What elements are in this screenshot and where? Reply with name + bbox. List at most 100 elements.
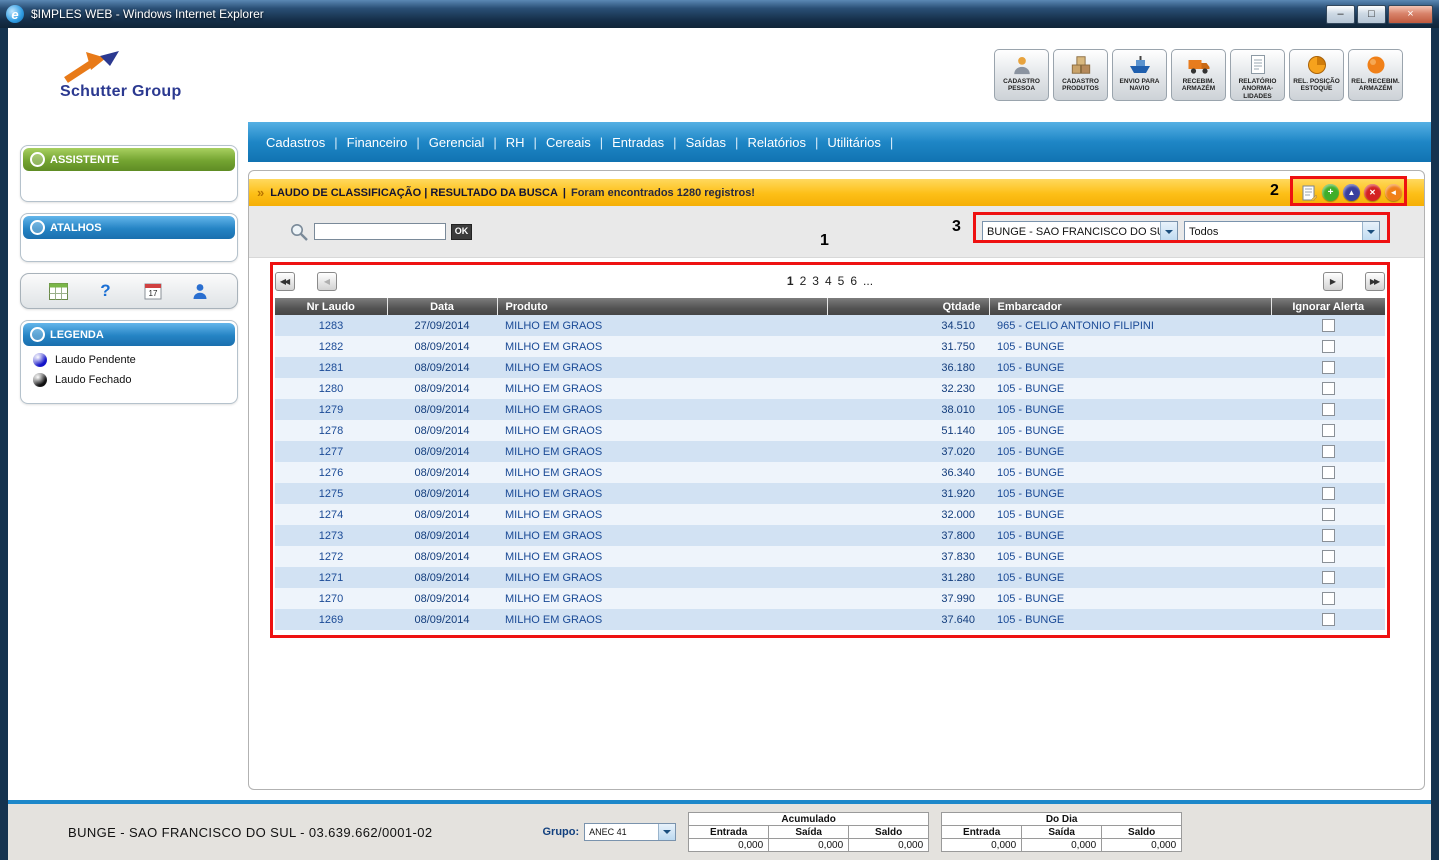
column-header-qtdade[interactable]: Qtdade <box>827 298 989 315</box>
internet-explorer-icon: e <box>6 5 24 23</box>
cell-data: 08/09/2014 <box>387 462 497 483</box>
page-link-2[interactable]: 2 <box>800 274 807 288</box>
cell-data: 27/09/2014 <box>387 315 497 336</box>
page-link-4[interactable]: 4 <box>825 274 832 288</box>
menu-item-sadas[interactable]: Saídas <box>686 135 726 150</box>
ignorar-alerta-checkbox[interactable] <box>1322 487 1335 500</box>
recebimento-armazem-button[interactable]: RECEBIM. ARMAZÉM <box>1171 49 1226 101</box>
cell-nr-laudo[interactable]: 1279 <box>275 399 387 420</box>
user-icon[interactable] <box>189 280 211 302</box>
ignorar-alerta-checkbox[interactable] <box>1322 529 1335 542</box>
column-header-embarcador[interactable]: Embarcador <box>989 298 1271 315</box>
cell-produto: MILHO EM GRAOS <box>497 357 827 378</box>
cell-nr-laudo[interactable]: 1273 <box>275 525 387 546</box>
cell-produto: MILHO EM GRAOS <box>497 525 827 546</box>
embarcador-select-value: BUNGE - SAO FRANCISCO DO SU <box>983 226 1160 238</box>
ignorar-alerta-checkbox[interactable] <box>1322 466 1335 479</box>
cell-ignorar-alerta <box>1271 483 1385 504</box>
edit-document-icon[interactable] <box>1300 184 1318 201</box>
ignorar-alerta-checkbox[interactable] <box>1322 550 1335 563</box>
blue-dot-icon <box>33 353 47 367</box>
menu-item-rh[interactable]: RH <box>506 135 525 150</box>
status-footer: BUNGE - SAO FRANCISCO DO SUL - 03.639.66… <box>8 800 1431 860</box>
menu-item-cadastros[interactable]: Cadastros <box>266 135 325 150</box>
ignorar-alerta-checkbox[interactable] <box>1322 382 1335 395</box>
column-header-ignorar-alerta[interactable]: Ignorar Alerta <box>1271 298 1385 315</box>
cell-nr-laudo[interactable]: 1277 <box>275 441 387 462</box>
page-link-1[interactable]: 1 <box>787 274 794 288</box>
cell-nr-laudo[interactable]: 1270 <box>275 588 387 609</box>
cell-nr-laudo[interactable]: 1269 <box>275 609 387 630</box>
cell-embarcador: 105 - BUNGE <box>989 525 1271 546</box>
close-button[interactable]: × <box>1388 5 1433 24</box>
column-header-produto[interactable]: Produto <box>497 298 827 315</box>
next-page-button[interactable]: ▶ <box>1323 272 1343 291</box>
maximize-button[interactable]: □ <box>1357 5 1386 24</box>
sidebar-quick-icons: ? 17 <box>20 273 238 309</box>
cell-nr-laudo[interactable]: 1274 <box>275 504 387 525</box>
cell-produto: MILHO EM GRAOS <box>497 462 827 483</box>
page-link-3[interactable]: 3 <box>812 274 819 288</box>
cell-nr-laudo[interactable]: 1276 <box>275 462 387 483</box>
calculator-icon[interactable] <box>48 280 70 302</box>
cell-nr-laudo[interactable]: 1280 <box>275 378 387 399</box>
previous-page-button[interactable]: ◀ <box>317 272 337 291</box>
menu-item-utilitrios[interactable]: Utilitários <box>827 135 880 150</box>
grupo-select[interactable]: ANEC 41 <box>584 823 676 841</box>
cell-nr-laudo[interactable]: 1272 <box>275 546 387 567</box>
legend-label: Laudo Fechado <box>55 374 131 386</box>
column-header-nr-laudo[interactable]: Nr Laudo <box>275 298 387 315</box>
ignorar-alerta-checkbox[interactable] <box>1322 319 1335 332</box>
last-page-button[interactable]: ▶▶ <box>1365 272 1385 291</box>
search-ok-button[interactable]: OK <box>451 224 472 240</box>
cell-produto: MILHO EM GRAOS <box>497 483 827 504</box>
cell-nr-laudo[interactable]: 1275 <box>275 483 387 504</box>
cadastro-produtos-button[interactable]: CADASTRO PRODUTOS <box>1053 49 1108 101</box>
menu-item-financeiro[interactable]: Financeiro <box>347 135 408 150</box>
menu-item-gerencial[interactable]: Gerencial <box>429 135 485 150</box>
menu-item-entradas[interactable]: Entradas <box>612 135 664 150</box>
first-page-button[interactable]: ◀◀ <box>275 272 295 291</box>
rel-recebimento-armazem-button[interactable]: REL. RECEBIM. ARMAZÉM <box>1348 49 1403 101</box>
cell-nr-laudo[interactable]: 1271 <box>275 567 387 588</box>
ignorar-alerta-checkbox[interactable] <box>1322 613 1335 626</box>
cadastro-pessoa-button[interactable]: CADASTRO PESSOA <box>994 49 1049 101</box>
table-row: 127308/09/2014MILHO EM GRAOS37.800105 - … <box>275 525 1385 546</box>
search-input[interactable] <box>314 223 446 240</box>
back-arrow-icon[interactable]: ◄ <box>1385 184 1402 201</box>
ignorar-alerta-checkbox[interactable] <box>1322 403 1335 416</box>
ignorar-alerta-checkbox[interactable] <box>1322 508 1335 521</box>
delete-icon[interactable]: ✕ <box>1364 184 1381 201</box>
up-arrow-icon[interactable]: ▲ <box>1343 184 1360 201</box>
ignorar-alerta-checkbox[interactable] <box>1322 424 1335 437</box>
ignorar-alerta-checkbox[interactable] <box>1322 340 1335 353</box>
table-row: 128108/09/2014MILHO EM GRAOS36.180105 - … <box>275 357 1385 378</box>
main-panel: » LAUDO DE CLASSIFICAÇÃO | RESULTADO DA … <box>248 170 1425 790</box>
cell-ignorar-alerta <box>1271 567 1385 588</box>
calendar-icon[interactable]: 17 <box>142 280 164 302</box>
minimize-button[interactable]: – <box>1326 5 1355 24</box>
help-icon[interactable]: ? <box>95 280 117 302</box>
status-select[interactable]: Todos <box>1184 221 1380 243</box>
column-header-data[interactable]: Data <box>387 298 497 315</box>
atalhos-header[interactable]: ATALHOS <box>23 216 235 239</box>
cell-ignorar-alerta <box>1271 588 1385 609</box>
cell-nr-laudo[interactable]: 1283 <box>275 315 387 336</box>
menu-item-cereais[interactable]: Cereais <box>546 135 591 150</box>
page-link-5[interactable]: 5 <box>838 274 845 288</box>
ignorar-alerta-checkbox[interactable] <box>1322 361 1335 374</box>
ignorar-alerta-checkbox[interactable] <box>1322 445 1335 458</box>
rel-posicao-estoque-button[interactable]: REL. POSIÇÃO ESTOQUE <box>1289 49 1344 101</box>
cell-nr-laudo[interactable]: 1282 <box>275 336 387 357</box>
page-link-6[interactable]: 6 <box>850 274 857 288</box>
assistente-header[interactable]: ASSISTENTE <box>23 148 235 171</box>
ignorar-alerta-checkbox[interactable] <box>1322 592 1335 605</box>
cell-nr-laudo[interactable]: 1281 <box>275 357 387 378</box>
relatorio-anormalidades-button[interactable]: RELATÓRIO ANORMA- LIDADES <box>1230 49 1285 101</box>
menu-item-relatrios[interactable]: Relatórios <box>747 135 806 150</box>
ignorar-alerta-checkbox[interactable] <box>1322 571 1335 584</box>
cell-nr-laudo[interactable]: 1278 <box>275 420 387 441</box>
add-icon[interactable]: + <box>1322 184 1339 201</box>
embarcador-select[interactable]: BUNGE - SAO FRANCISCO DO SU <box>982 221 1178 243</box>
envio-para-navio-button[interactable]: ENVIO PARA NAVIO <box>1112 49 1167 101</box>
